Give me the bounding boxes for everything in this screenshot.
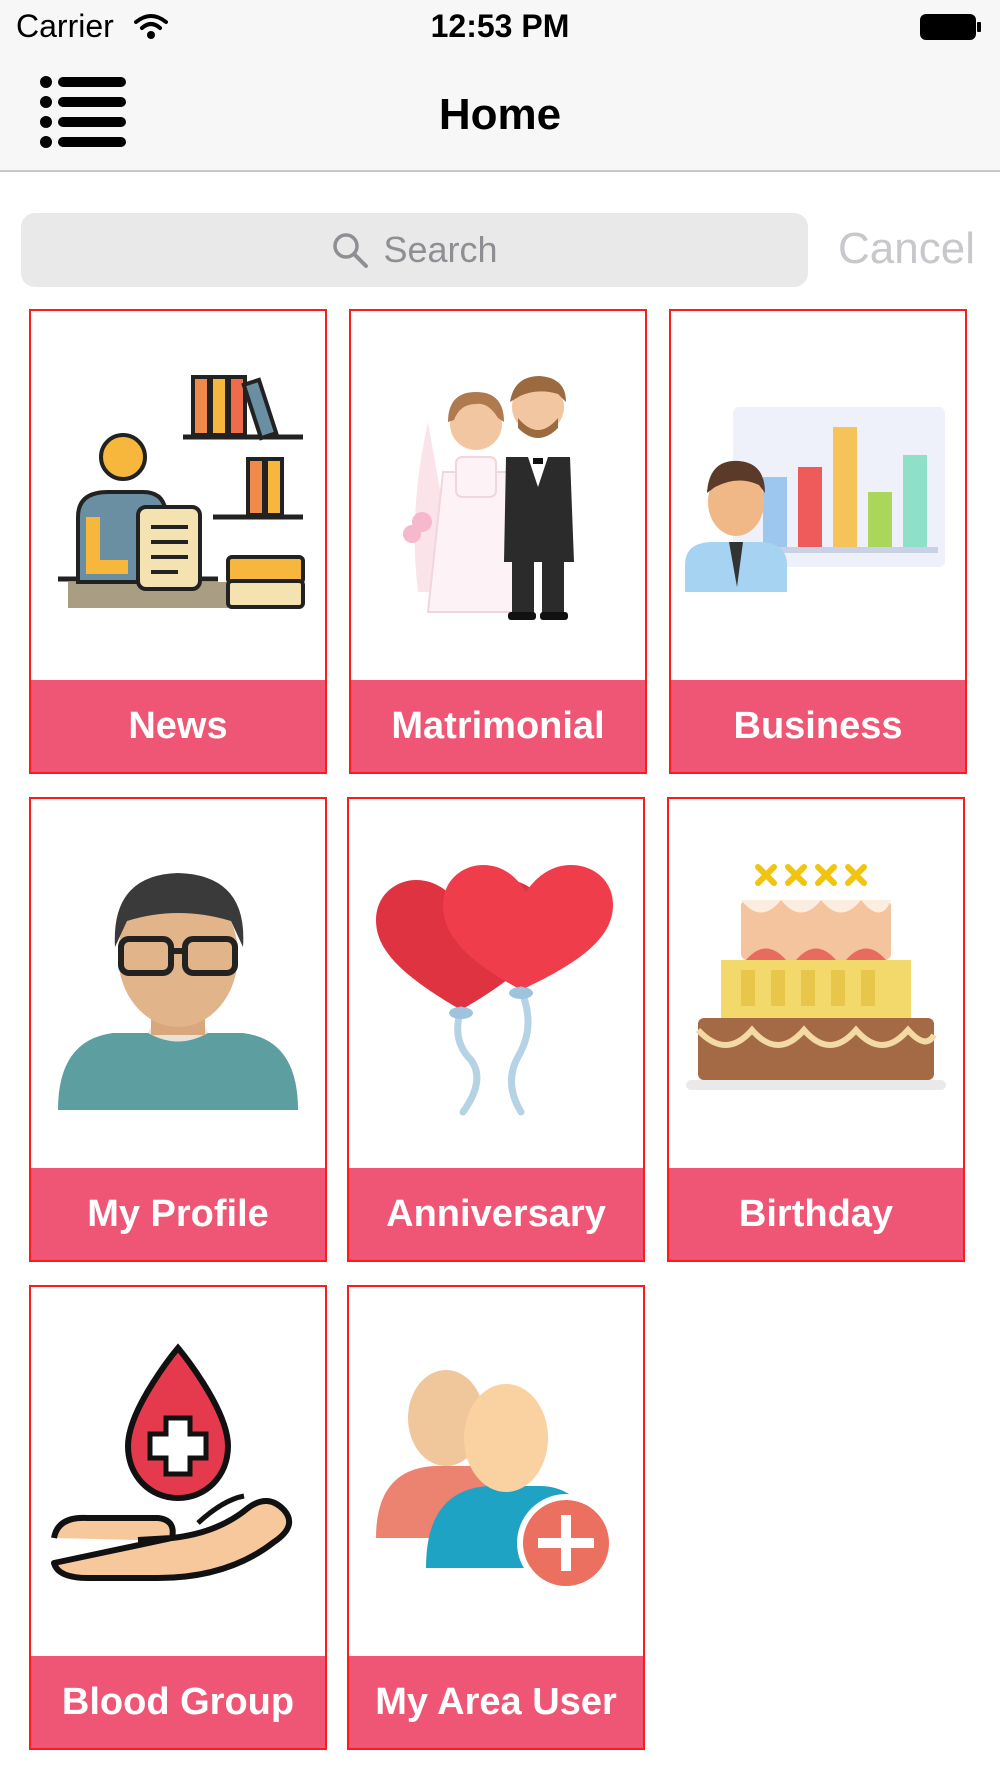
navigation-bar: Home bbox=[0, 56, 1000, 172]
tile-my-profile[interactable]: My Profile bbox=[29, 797, 327, 1262]
tile-anniversary[interactable]: Anniversary bbox=[347, 797, 645, 1262]
tile-birthday[interactable]: Birthday bbox=[667, 797, 965, 1262]
cancel-button[interactable]: Cancel bbox=[838, 224, 975, 274]
blood-drop-hand-icon bbox=[51, 1342, 293, 1581]
tile-business[interactable]: Business bbox=[669, 309, 967, 774]
heart-balloons-icon bbox=[376, 864, 613, 1115]
tile-label: Anniversary bbox=[349, 1168, 643, 1260]
clock-time: 12:53 PM bbox=[430, 8, 570, 44]
page-title: Home bbox=[438, 90, 562, 139]
profile-avatar-icon bbox=[58, 872, 298, 1110]
add-users-icon bbox=[376, 1369, 615, 1592]
bride-groom-icon bbox=[403, 375, 574, 620]
tile-blood-group[interactable]: Blood Group bbox=[29, 1285, 327, 1750]
tile-label: Business bbox=[671, 680, 965, 772]
battery-icon bbox=[920, 14, 981, 40]
tile-matrimonial[interactable]: Matrimonial bbox=[349, 309, 647, 774]
tile-label: My Area User bbox=[349, 1656, 643, 1748]
tile-my-area-user[interactable]: My Area User bbox=[347, 1285, 645, 1750]
tile-label: Matrimonial bbox=[351, 680, 645, 772]
tile-label: Blood Group bbox=[31, 1656, 325, 1748]
tile-label: Birthday bbox=[669, 1168, 963, 1260]
tile-news[interactable]: News bbox=[29, 309, 327, 774]
tile-label: News bbox=[31, 680, 325, 772]
search-placeholder: Search bbox=[383, 229, 498, 270]
status-bar: Carrier 12:53 PM bbox=[0, 0, 1000, 56]
birthday-cake-icon bbox=[686, 863, 946, 1090]
search-icon bbox=[333, 233, 369, 268]
tile-label: My Profile bbox=[31, 1168, 325, 1260]
business-chart-icon bbox=[685, 406, 945, 592]
search-input[interactable]: Search bbox=[21, 213, 808, 287]
news-reader-icon bbox=[58, 374, 305, 609]
